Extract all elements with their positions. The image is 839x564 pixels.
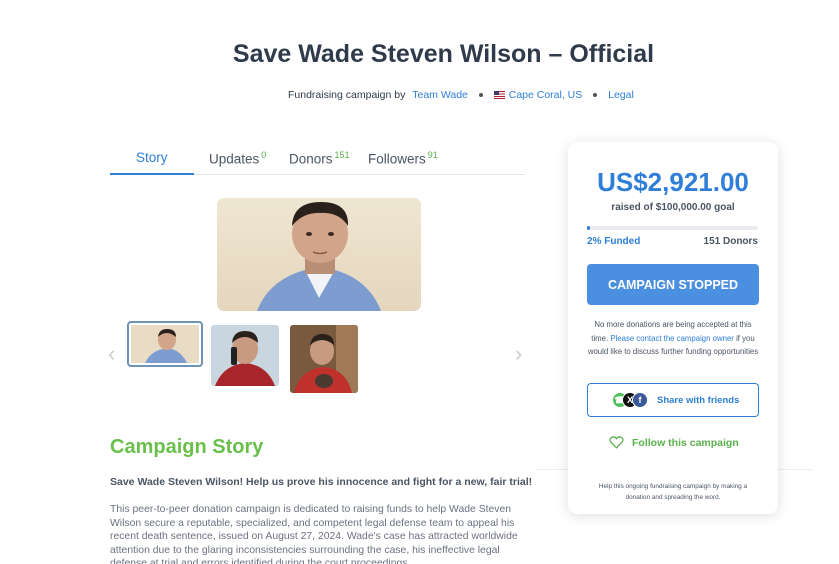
gallery-thumb-1[interactable] <box>127 321 203 367</box>
tab-label: Story <box>136 150 168 165</box>
organizer-link[interactable]: Team Wade <box>412 89 468 101</box>
location-link[interactable]: Cape Coral, US <box>509 89 583 101</box>
separator-dot <box>478 93 483 98</box>
campaign-story-heading: Campaign Story <box>110 436 264 458</box>
follow-label: Follow this campaign <box>632 437 739 449</box>
follow-campaign-button[interactable]: Follow this campaign <box>609 436 739 449</box>
story-body: This peer-to-peer donation campaign is d… <box>110 504 518 564</box>
donation-note: No more donations are being accepted at … <box>586 318 760 359</box>
category-link[interactable]: Legal <box>608 89 634 101</box>
story-lead: Save Wade Steven Wilson! Help us prove h… <box>110 476 533 488</box>
us-flag-icon <box>493 91 505 100</box>
gallery-thumb-3[interactable] <box>290 325 358 393</box>
tab-label: Donors <box>289 151 333 167</box>
main-campaign-photo <box>217 198 421 311</box>
help-text: Help this ongoing fundraising campaign b… <box>598 483 748 501</box>
prev-image-arrow[interactable]: ‹ <box>108 341 115 367</box>
donors-count: 151 Donors <box>703 236 758 247</box>
tab-label: Updates <box>209 151 260 167</box>
next-image-arrow[interactable]: › <box>515 341 522 367</box>
share-label: Share with friends <box>657 395 740 406</box>
amount-raised: US$2,921.00 <box>597 167 749 197</box>
share-button[interactable]: ☎ X f Share with friends <box>587 383 759 417</box>
funded-percent: 2% Funded <box>587 236 641 247</box>
active-tab-indicator <box>110 173 194 175</box>
progress-fill <box>587 226 591 230</box>
tab-label: Followers <box>368 151 426 167</box>
by-label: Fundraising campaign by <box>288 89 406 101</box>
progress-bar <box>587 226 758 230</box>
campaign-stopped-button[interactable]: CAMPAIGN STOPPED <box>587 264 759 305</box>
tab-story[interactable]: Story <box>136 150 168 165</box>
goal-text: raised of $100,000.00 goal <box>611 202 735 213</box>
facebook-icon: f <box>632 392 648 408</box>
contact-owner-link[interactable]: Please contact the campaign owner <box>610 334 734 343</box>
campaign-meta: Fundraising campaign by Team Wade Cape C… <box>288 89 634 101</box>
campaign-tabs: Story Updates 0 Donors 151 Followers 91 <box>110 145 525 175</box>
separator-dot <box>593 93 598 98</box>
gallery-thumb-2[interactable] <box>211 325 279 386</box>
tab-updates[interactable]: Updates 0 <box>209 150 266 167</box>
tab-count: 151 <box>334 150 350 160</box>
tab-count: 0 <box>261 150 267 160</box>
donation-card: US$2,921.00 raised of $100,000.00 goal 2… <box>568 142 778 514</box>
tab-count: 91 <box>427 150 438 160</box>
tab-followers[interactable]: Followers 91 <box>368 150 438 167</box>
heart-icon <box>609 436 624 449</box>
page-title: Save Wade Steven Wilson – Official <box>232 40 655 68</box>
tab-donors[interactable]: Donors 151 <box>289 150 350 167</box>
